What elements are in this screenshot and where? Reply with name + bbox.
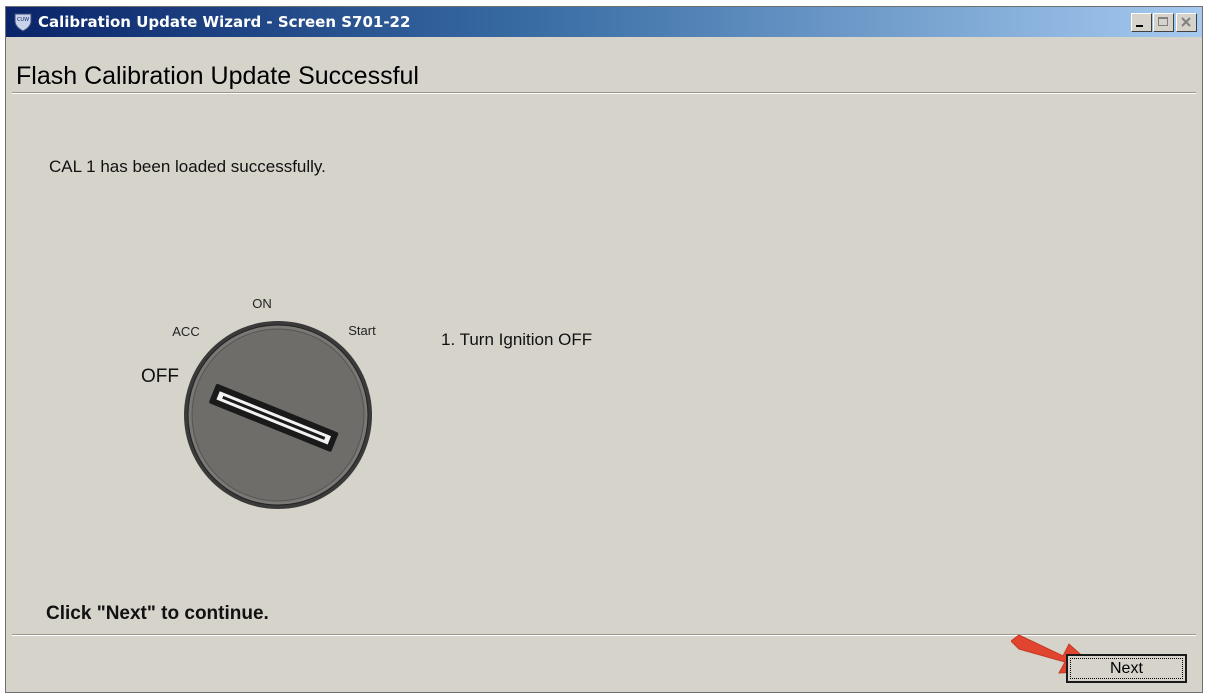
page-heading: Flash Calibration Update Successful [16, 62, 419, 90]
label-start: Start [348, 323, 376, 338]
ignition-switch-illustration: ON ACC Start OFF [131, 287, 391, 517]
label-on: ON [252, 296, 272, 311]
next-button[interactable]: Next [1066, 654, 1187, 683]
status-message: CAL 1 has been loaded successfully. [49, 157, 326, 176]
title-bar[interactable]: CUW Calibration Update Wizard - Screen S… [6, 7, 1202, 37]
wizard-window: CUW Calibration Update Wizard - Screen S… [5, 6, 1203, 693]
app-shield-icon: CUW [14, 13, 32, 32]
minimize-icon [1136, 25, 1143, 27]
continue-instruction: Click "Next" to continue. [46, 603, 269, 624]
label-off: OFF [141, 366, 179, 387]
window-title: Calibration Update Wizard - Screen S701-… [38, 13, 411, 31]
svg-text:CUW: CUW [17, 17, 29, 23]
minimize-button[interactable] [1131, 13, 1152, 32]
close-icon [1181, 17, 1191, 27]
instruction-step: 1. Turn Ignition OFF [441, 330, 593, 349]
close-button[interactable] [1176, 13, 1197, 32]
maximize-icon [1158, 17, 1168, 26]
label-acc: ACC [172, 324, 199, 339]
heading-divider [12, 92, 1196, 94]
maximize-button[interactable] [1153, 13, 1174, 32]
ignition-key-icon: ON ACC Start OFF [141, 296, 376, 509]
